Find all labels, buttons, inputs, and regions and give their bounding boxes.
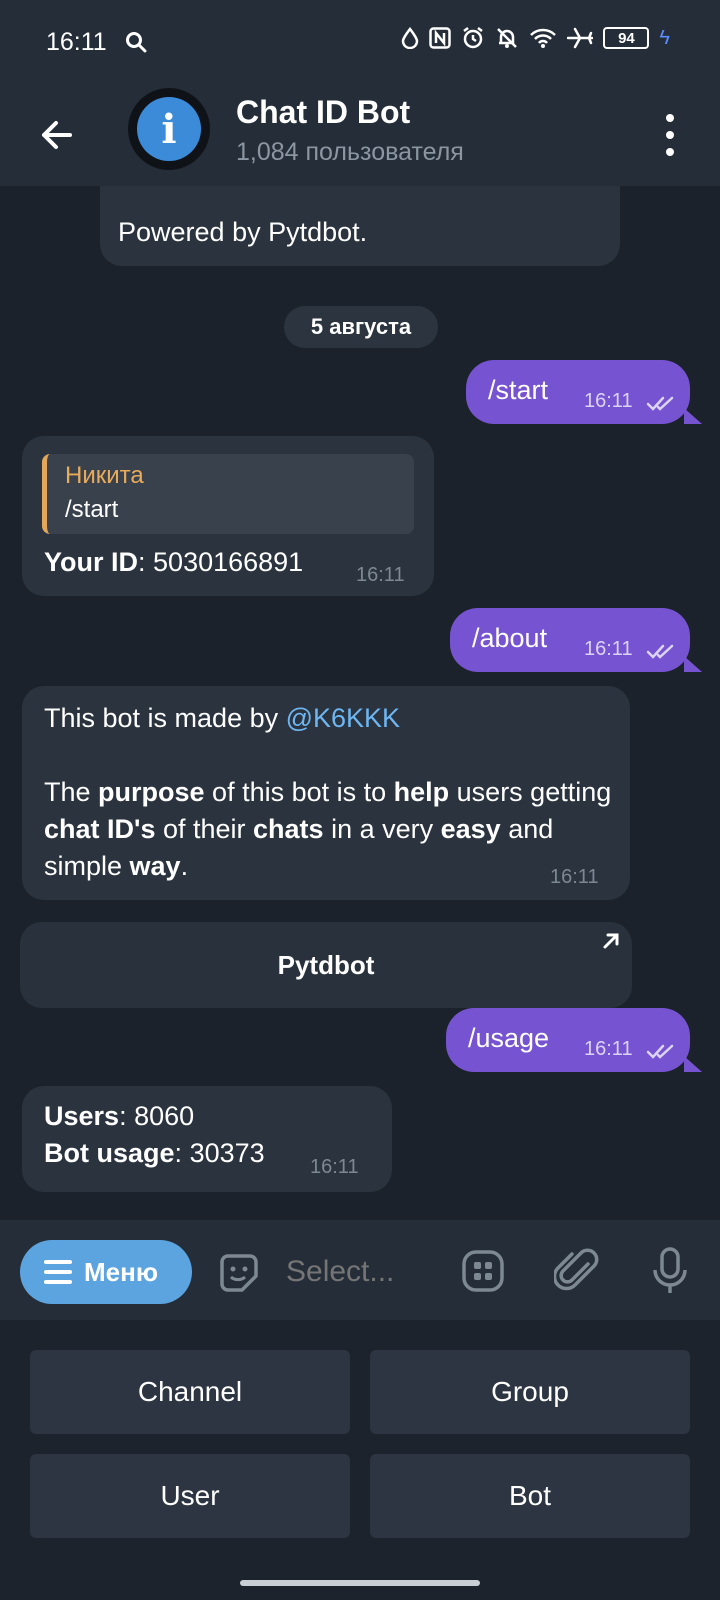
home-indicator[interactable]: [240, 1580, 480, 1586]
reply-quote[interactable]: Никита /start: [42, 454, 414, 534]
reply-author: Никита: [65, 462, 144, 489]
users-separator: :: [119, 1101, 127, 1131]
status-time: 16:11: [46, 28, 107, 56]
more-options-button[interactable]: [660, 110, 680, 160]
menu-button[interactable]: Меню: [20, 1240, 192, 1304]
message-bubble-incoming[interactable]: Никита /start Your ID: 5030166891 16:11: [22, 436, 434, 596]
sticker-icon[interactable]: [216, 1250, 262, 1301]
status-icons: 94 ϟ: [401, 26, 670, 50]
about-paragraph: The purpose of this bot is to help users…: [44, 774, 614, 885]
message-bubble-outgoing[interactable]: /start 16:11: [466, 360, 702, 424]
message-text: /usage: [468, 1023, 550, 1053]
message-bubble-previous[interactable]: Powered by Pytdbot.: [100, 186, 620, 266]
about-line1: This bot is made by @K6KKK: [44, 700, 614, 737]
message-composer: Меню: [0, 1220, 720, 1320]
message-time: 16:11: [584, 1038, 633, 1060]
double-check-icon: [646, 644, 674, 659]
arrow-left-icon: [42, 121, 72, 149]
about-bold: purpose: [98, 777, 205, 807]
message-bubble-outgoing[interactable]: /usage 16:11: [446, 1008, 702, 1072]
about-line1-text: This bot is made by: [44, 703, 286, 733]
about-bold: way: [129, 851, 181, 881]
dot-icon: [666, 148, 674, 156]
bell-off-icon: [495, 26, 519, 50]
users-value: 8060: [134, 1101, 195, 1131]
inline-button-label: Pytdbot: [277, 949, 375, 980]
keyboard-button-bot[interactable]: Bot: [370, 1454, 690, 1538]
about-bold: chats: [253, 814, 324, 844]
id-separator: :: [138, 547, 146, 577]
double-check-icon: [646, 1044, 674, 1059]
message-text: This bot is made by @K6KKK The purpose o…: [44, 700, 614, 885]
battery-level: 94: [618, 29, 635, 47]
about-bold: easy: [440, 814, 501, 844]
message-bubble-incoming[interactable]: Users: 8060 Bot usage: 30373 16:11: [22, 1086, 392, 1192]
message-input[interactable]: [286, 1250, 426, 1294]
water-drop-icon: [401, 27, 419, 49]
usage-label: Bot usage: [44, 1138, 175, 1168]
message-time: 16:11: [584, 390, 633, 412]
message-text: /about: [472, 623, 548, 653]
usage-line: Bot usage: 30373: [44, 1135, 265, 1172]
wifi-icon: [529, 27, 557, 49]
usage-value: 30373: [189, 1138, 265, 1168]
reply-keyboard: Channel Group User Bot: [0, 1320, 720, 1600]
users-label: Users: [44, 1101, 120, 1131]
menu-button-label: Меню: [84, 1256, 159, 1287]
dot-icon: [666, 131, 674, 139]
message-time: 16:11: [550, 866, 599, 888]
about-text: .: [180, 851, 189, 881]
about-text: users getting: [449, 777, 612, 807]
external-link-icon: [603, 933, 619, 949]
dot-icon: [666, 114, 674, 122]
about-bold: help: [393, 777, 450, 807]
message-bubble-incoming[interactable]: This bot is made by @K6KKK The purpose o…: [22, 686, 630, 900]
message-text: Your ID: 5030166891: [44, 544, 303, 581]
keyboard-button-user[interactable]: User: [30, 1454, 350, 1538]
alarm-icon: [461, 26, 485, 50]
menu-icon: [44, 1260, 72, 1284]
chat-header: i Chat ID Bot 1,084 пользователя: [0, 86, 720, 186]
chat-title[interactable]: Chat ID Bot: [236, 94, 410, 131]
airplane-icon: [567, 27, 594, 49]
about-text: The: [44, 777, 99, 807]
id-value: 5030166891: [153, 547, 304, 577]
message-text: /start: [488, 375, 549, 405]
bot-keyboard-icon[interactable]: [460, 1248, 506, 1299]
keyboard-button-channel[interactable]: Channel: [30, 1350, 350, 1434]
charging-icon: ϟ: [659, 26, 670, 49]
microphone-icon[interactable]: [650, 1246, 690, 1301]
about-bold: chat ID's: [44, 814, 156, 844]
keyboard-button-group[interactable]: Group: [370, 1350, 690, 1434]
usage-separator: :: [174, 1138, 183, 1168]
double-check-icon: [646, 396, 674, 411]
about-text: in a very: [323, 814, 441, 844]
message-time: 16:11: [584, 638, 633, 660]
info-icon: i: [137, 97, 201, 161]
message-time: 16:11: [310, 1156, 359, 1178]
message-text: Powered by Pytdbot.: [118, 217, 368, 247]
inline-button-pytdbot[interactable]: Pytdbot: [20, 922, 632, 1008]
message-bubble-outgoing[interactable]: /about 16:11: [450, 608, 702, 672]
paperclip-icon[interactable]: [552, 1246, 600, 1301]
reply-text: /start: [65, 496, 119, 523]
date-separator: 5 августа: [284, 306, 438, 348]
search-icon: [124, 30, 148, 59]
users-line: Users: 8060: [44, 1098, 265, 1135]
chat-area[interactable]: Powered by Pytdbot. 5 августа /start 16:…: [0, 186, 720, 1220]
avatar[interactable]: i: [128, 88, 210, 170]
chat-subtitle: 1,084 пользователя: [236, 138, 464, 166]
back-button[interactable]: [34, 112, 80, 158]
mention-link[interactable]: @K6KKK: [286, 703, 400, 733]
about-text: of this bot is to: [204, 777, 394, 807]
message-text: Users: 8060 Bot usage: 30373: [44, 1098, 265, 1172]
message-time: 16:11: [356, 564, 405, 586]
battery-icon: 94: [603, 27, 650, 49]
nfc-icon: [429, 27, 452, 49]
about-text: of their: [155, 814, 254, 844]
id-label: Your ID: [44, 547, 138, 577]
status-bar: 16:11 94 ϟ: [0, 0, 720, 86]
